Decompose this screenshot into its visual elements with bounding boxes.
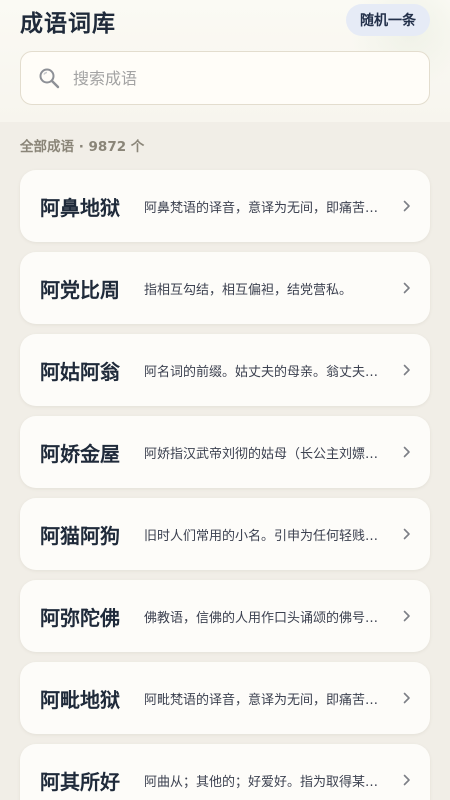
idiom-card[interactable]: 阿其所好 阿曲从；其他的；好爱好。指为取得某人的欢心而迎合他的爱好。 — [20, 744, 430, 800]
idiom-word: 阿其所好 — [40, 769, 120, 794]
idiom-description: 旧时人们常用的小名。引申为任何轻贱的人或东西。 — [144, 528, 390, 544]
idiom-description: 阿曲从；其他的；好爱好。指为取得某人的欢心而迎合他的爱好。 — [144, 774, 390, 790]
chevron-right-icon — [402, 281, 412, 295]
idiom-word: 阿娇金屋 — [40, 441, 120, 466]
page-title: 成语词库 — [20, 11, 116, 37]
chevron-right-icon — [402, 691, 412, 705]
chevron-right-icon — [402, 527, 412, 541]
idiom-card[interactable]: 阿鼻地狱 阿鼻梵语的译音，意译为无间，即痛苦无有间断之意。 — [20, 170, 430, 242]
chevron-right-icon — [402, 773, 412, 787]
search-input[interactable] — [73, 68, 373, 88]
idiom-list: 阿鼻地狱 阿鼻梵语的译音，意译为无间，即痛苦无有间断之意。 阿党比周 指相互勾结… — [20, 170, 430, 800]
idiom-card[interactable]: 阿猫阿狗 旧时人们常用的小名。引申为任何轻贱的人或东西。 — [20, 498, 430, 570]
idiom-word: 阿猫阿狗 — [40, 523, 120, 548]
random-idiom-button[interactable]: 随机一条 — [346, 4, 430, 36]
search-icon — [37, 66, 61, 90]
chevron-right-icon — [402, 199, 412, 213]
idiom-word: 阿党比周 — [40, 277, 120, 302]
idiom-description: 阿毗梵语的译音，意译为无间，即痛苦无有间断之意。 — [144, 692, 390, 708]
chevron-right-icon — [402, 445, 412, 459]
idiom-card[interactable]: 阿毗地狱 阿毗梵语的译音，意译为无间，即痛苦无有间断之意。 — [20, 662, 430, 734]
idiom-card[interactable]: 阿党比周 指相互勾结，相互偏袒，结党营私。 — [20, 252, 430, 324]
search-bar[interactable] — [20, 51, 430, 105]
chevron-right-icon — [402, 363, 412, 377]
idiom-description: 佛教语，信佛的人用作口头诵颂的佛号，表示祈祷。 — [144, 610, 390, 626]
chevron-right-icon — [402, 609, 412, 623]
idiom-word: 阿姑阿翁 — [40, 359, 120, 384]
idiom-card[interactable]: 阿姑阿翁 阿名词的前缀。姑丈夫的母亲。翁丈夫的父亲。 — [20, 334, 430, 406]
idiom-description: 指相互勾结，相互偏袒，结党营私。 — [144, 282, 353, 298]
idiom-card[interactable]: 阿娇金屋 阿娇指汉武帝刘彻的姑母（长公主刘嫖）的女儿。 — [20, 416, 430, 488]
idiom-word: 阿鼻地狱 — [40, 195, 120, 220]
idiom-description: 阿名词的前缀。姑丈夫的母亲。翁丈夫的父亲。 — [144, 364, 390, 380]
idiom-word: 阿弥陀佛 — [40, 605, 120, 630]
idiom-library-screen: 成语词库 随机一条 全部成语 · 9872 个 阿鼻地狱 阿鼻梵语的译音，意译为… — [0, 0, 450, 800]
idiom-description: 阿娇指汉武帝刘彻的姑母（长公主刘嫖）的女儿。 — [144, 446, 390, 462]
idiom-count-label: 全部成语 · 9872 个 — [20, 139, 145, 155]
idiom-card[interactable]: 阿弥陀佛 佛教语，信佛的人用作口头诵颂的佛号，表示祈祷。 — [20, 580, 430, 652]
idiom-word: 阿毗地狱 — [40, 687, 120, 712]
idiom-description: 阿鼻梵语的译音，意译为无间，即痛苦无有间断之意。 — [144, 200, 390, 216]
